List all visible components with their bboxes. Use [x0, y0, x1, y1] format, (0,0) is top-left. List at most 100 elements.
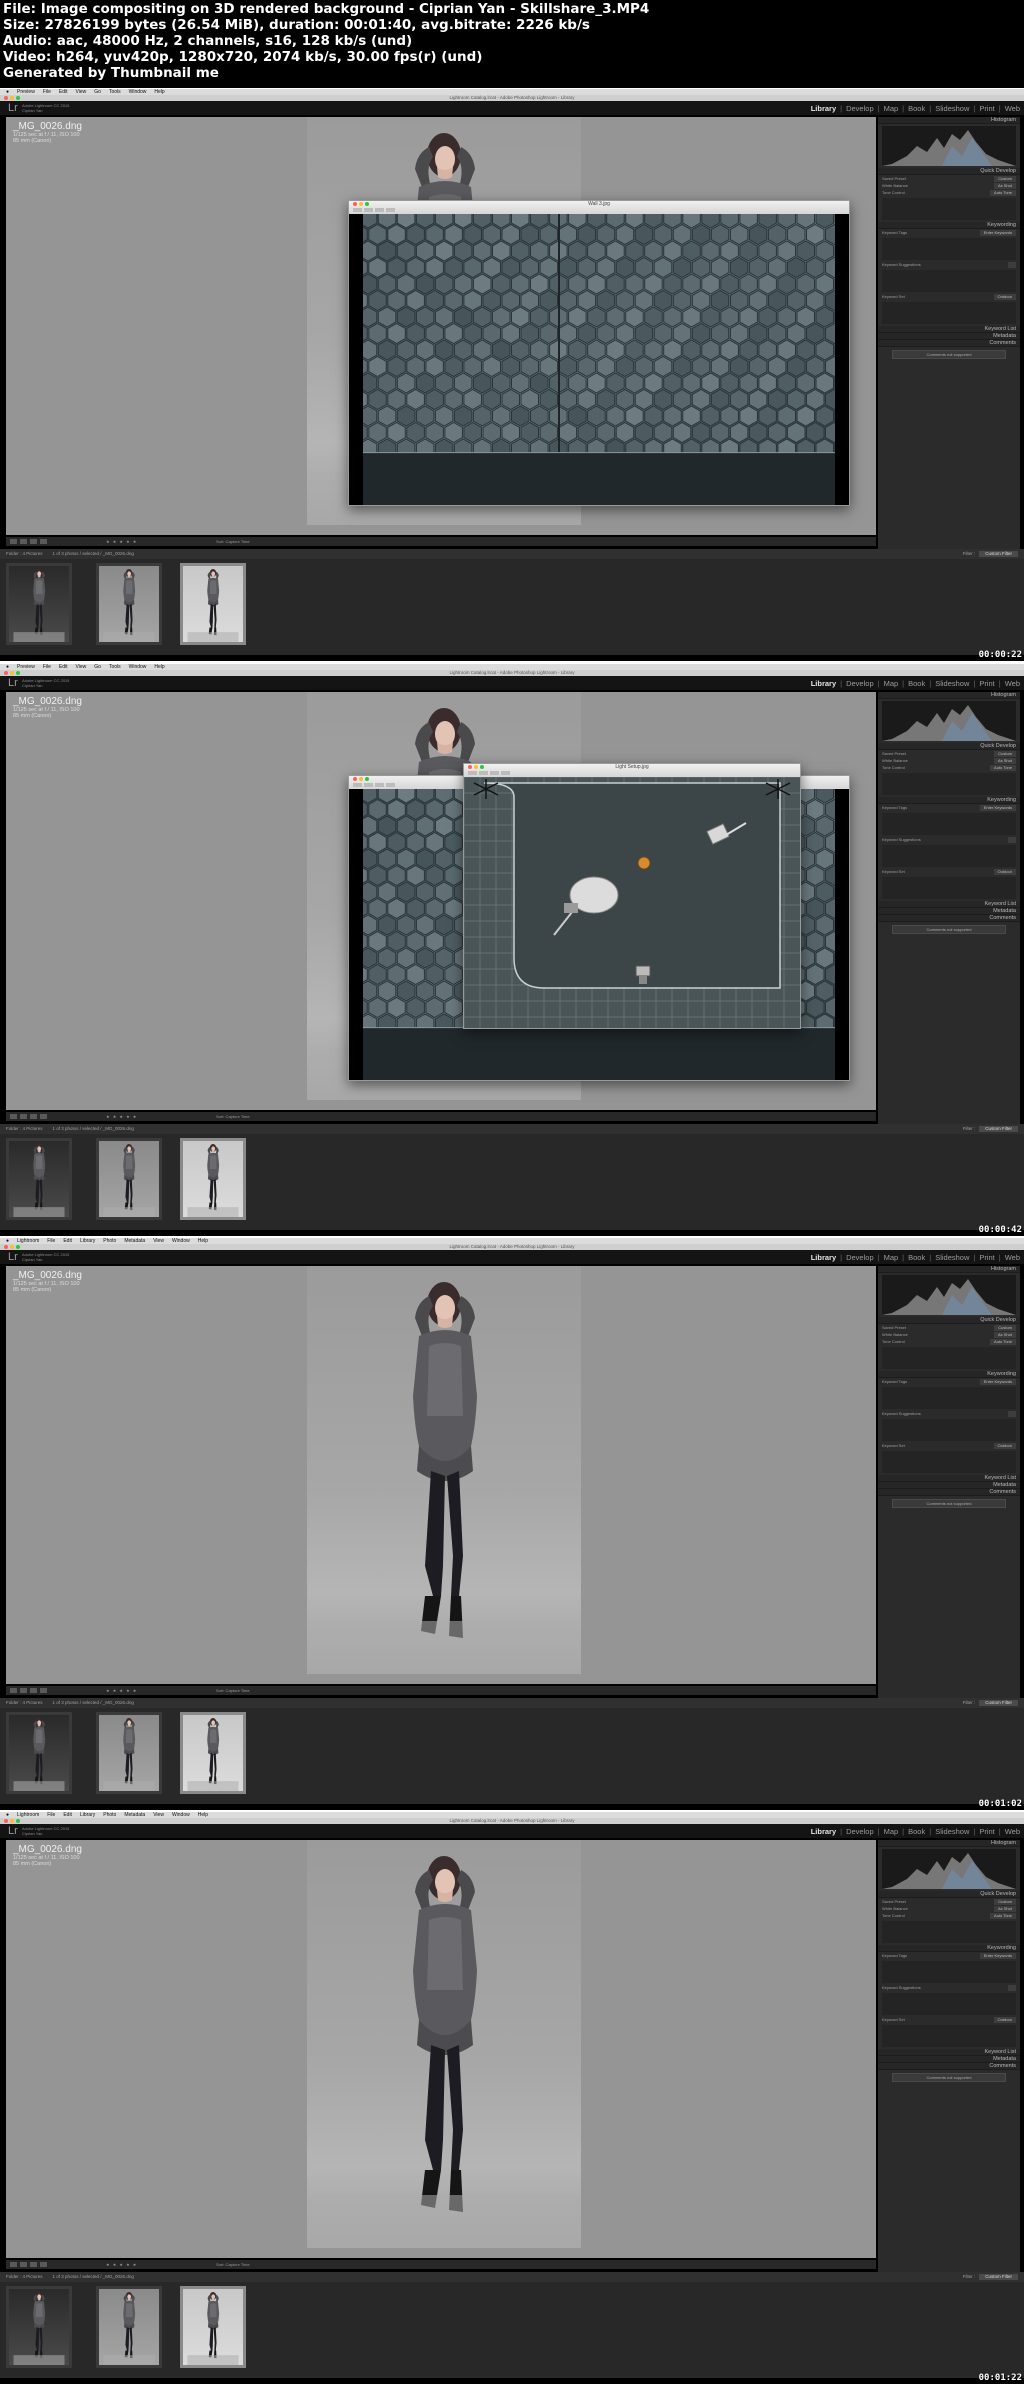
filmstrip-thumbnail[interactable] — [96, 1712, 162, 1794]
module-web[interactable]: Web — [1005, 105, 1020, 113]
row-dropdown[interactable]: As Shot — [993, 758, 1016, 764]
module-slideshow[interactable]: Slideshow — [935, 680, 969, 688]
panel-header-keywording[interactable]: Keywording — [878, 1945, 1020, 1952]
window-control-button[interactable] — [365, 202, 369, 206]
module-develop[interactable]: Develop — [846, 1254, 874, 1262]
sort-control[interactable]: Sort: Capture Time — [216, 537, 250, 546]
loupe-view-icon[interactable] — [20, 1688, 27, 1693]
loupe-view[interactable]: _MG_0026.dng 1/125 sec at f / 11, ISO 100… — [6, 1266, 876, 1684]
module-book[interactable]: Book — [908, 105, 925, 113]
filmstrip-thumbnail[interactable] — [180, 1712, 246, 1794]
sort-control[interactable]: Sort: Capture Time — [216, 1686, 250, 1695]
module-slideshow[interactable]: Slideshow — [935, 1254, 969, 1262]
grid-view-icon[interactable] — [10, 1114, 17, 1119]
preview-window-1[interactable]: Wall 3.jpg — [348, 200, 850, 506]
quick-develop-controls[interactable] — [882, 1921, 1016, 1943]
window-control-button[interactable] — [4, 671, 8, 675]
keyword-area[interactable] — [882, 238, 1016, 260]
module-map[interactable]: Map — [884, 105, 899, 113]
row-dropdown[interactable]: Custom — [994, 751, 1016, 757]
toolbar-button[interactable] — [375, 208, 384, 212]
module-book[interactable]: Book — [908, 1828, 925, 1836]
keyword-area[interactable] — [882, 1419, 1016, 1441]
filmstrip-thumbnail[interactable] — [6, 1712, 72, 1794]
row-field[interactable]: Outdoor — [993, 294, 1016, 300]
window-controls[interactable] — [4, 1245, 20, 1249]
keyword-area[interactable] — [882, 1993, 1016, 2015]
module-web[interactable]: Web — [1005, 1828, 1020, 1836]
comments-button[interactable]: Comments not supported — [892, 2073, 1006, 2082]
row-dropdown[interactable]: As Shot — [993, 183, 1016, 189]
module-print[interactable]: Print — [979, 1828, 994, 1836]
module-develop[interactable]: Develop — [846, 1828, 874, 1836]
survey-view-icon[interactable] — [40, 1114, 47, 1119]
comments-button[interactable]: Comments not supported — [892, 350, 1006, 359]
keyword-area[interactable] — [882, 1387, 1016, 1409]
toolbar-button[interactable] — [364, 208, 373, 212]
filter-dropdown[interactable]: Custom Filter — [979, 551, 1018, 557]
star-rating[interactable]: ★ ★ ★ ★ ★ — [106, 1112, 137, 1121]
window-control-button[interactable] — [4, 1819, 8, 1823]
quick-develop-controls[interactable] — [882, 773, 1016, 795]
panel-header-keyword-list[interactable]: Keyword List — [878, 326, 1020, 333]
filmstrip-folder[interactable]: Folder : 4 Pictures — [6, 549, 43, 559]
row-dropdown[interactable]: Auto Tone — [990, 1913, 1016, 1919]
module-print[interactable]: Print — [979, 105, 994, 113]
keyword-area[interactable] — [882, 877, 1016, 899]
filmstrip-folder[interactable]: Folder : 4 Pictures — [6, 1698, 43, 1708]
panel-header-comments[interactable]: Comments — [878, 1489, 1020, 1496]
module-library[interactable]: Library — [811, 105, 836, 113]
window-control-button[interactable] — [4, 1245, 8, 1249]
window-control-button[interactable] — [16, 671, 20, 675]
preview-title-bar[interactable]: Light Setup.jpg — [464, 764, 800, 777]
panel-header-quick-develop[interactable]: Quick Develop — [878, 168, 1020, 175]
panel-header-comments[interactable]: Comments — [878, 340, 1020, 347]
keyword-area[interactable] — [882, 1451, 1016, 1473]
panel-header-keywording[interactable]: Keywording — [878, 1371, 1020, 1378]
module-book[interactable]: Book — [908, 1254, 925, 1262]
compare-view-icon[interactable] — [30, 1114, 37, 1119]
row-field[interactable]: Enter Keywords — [979, 1953, 1016, 1959]
grid-view-icon[interactable] — [10, 1688, 17, 1693]
toolbar-button[interactable] — [501, 771, 510, 775]
keyword-area[interactable] — [882, 845, 1016, 867]
panel-header-comments[interactable]: Comments — [878, 2063, 1020, 2070]
loupe-view-icon[interactable] — [20, 539, 27, 544]
panel-header-histogram[interactable]: Histogram — [878, 1266, 1020, 1273]
window-control-button[interactable] — [474, 765, 478, 769]
module-web[interactable]: Web — [1005, 1254, 1020, 1262]
survey-view-icon[interactable] — [40, 539, 47, 544]
row-dropdown[interactable]: Auto Tone — [990, 765, 1016, 771]
row-dropdown[interactable]: As Shot — [993, 1906, 1016, 1912]
compare-view-icon[interactable] — [30, 539, 37, 544]
panel-header-metadata[interactable]: Metadata — [878, 1482, 1020, 1489]
keyword-area[interactable] — [882, 813, 1016, 835]
keyword-area[interactable] — [882, 270, 1016, 292]
keyword-area[interactable] — [882, 1961, 1016, 1983]
sort-control[interactable]: Sort: Capture Time — [216, 2260, 250, 2269]
row-field[interactable] — [1008, 837, 1016, 843]
row-field[interactable]: Enter Keywords — [979, 805, 1016, 811]
window-control-button[interactable] — [10, 1819, 14, 1823]
window-control-button[interactable] — [359, 777, 363, 781]
preview-window-controls[interactable] — [468, 765, 484, 769]
module-print[interactable]: Print — [979, 680, 994, 688]
row-dropdown[interactable]: Custom — [994, 1325, 1016, 1331]
panel-header-metadata[interactable]: Metadata — [878, 908, 1020, 915]
panel-header-histogram[interactable]: Histogram — [878, 692, 1020, 699]
row-field[interactable] — [1008, 262, 1016, 268]
panel-header-keyword-list[interactable]: Keyword List — [878, 1475, 1020, 1482]
preview-title-bar[interactable]: Wall 3.jpg — [349, 201, 849, 214]
row-dropdown[interactable]: As Shot — [993, 1332, 1016, 1338]
compare-view-icon[interactable] — [30, 1688, 37, 1693]
panel-header-comments[interactable]: Comments — [878, 915, 1020, 922]
window-control-button[interactable] — [10, 96, 14, 100]
window-control-button[interactable] — [359, 202, 363, 206]
window-control-button[interactable] — [480, 765, 484, 769]
panel-header-histogram[interactable]: Histogram — [878, 1840, 1020, 1847]
toolbar-button[interactable] — [479, 771, 488, 775]
panel-header-metadata[interactable]: Metadata — [878, 2056, 1020, 2063]
keyword-area[interactable] — [882, 2025, 1016, 2047]
window-controls[interactable] — [4, 96, 20, 100]
toolbar-button[interactable] — [468, 771, 477, 775]
